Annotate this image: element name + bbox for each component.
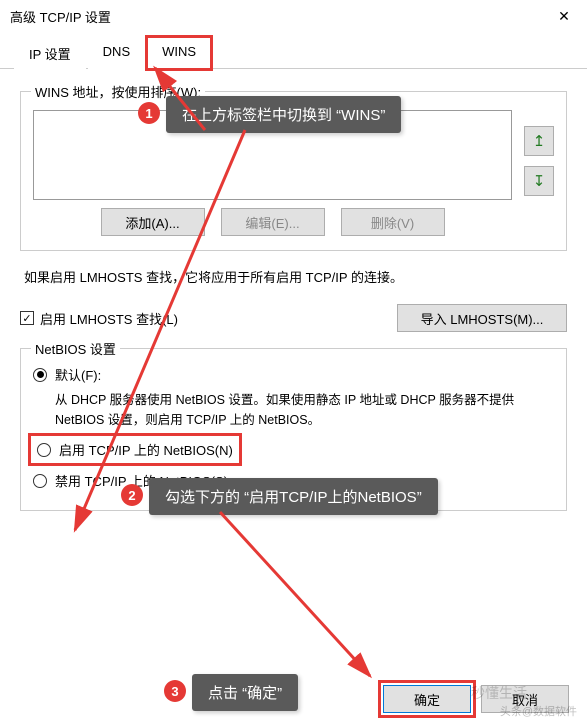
- tab-wins[interactable]: WINS: [147, 37, 211, 69]
- radio-icon: [33, 368, 47, 382]
- watermark-brand: 秒懂生活: [471, 683, 527, 703]
- ok-button[interactable]: 确定: [383, 685, 471, 713]
- netbios-enable-radio[interactable]: 启用 TCP/IP 上的 NetBIOS(N): [33, 438, 237, 461]
- callout-3: 点击 “确定”: [192, 674, 298, 711]
- add-button[interactable]: 添加(A)...: [101, 208, 205, 236]
- checkbox-icon: ✓: [20, 311, 34, 325]
- step-1-badge: 1: [138, 102, 160, 124]
- edit-button[interactable]: 编辑(E)...: [221, 208, 325, 236]
- close-button[interactable]: ✕: [541, 0, 587, 32]
- netbios-default-radio[interactable]: 默认(F):: [33, 365, 554, 384]
- close-icon: ✕: [558, 8, 570, 25]
- move-up-button[interactable]: ↥: [524, 126, 554, 156]
- enable-lmhosts-label: 启用 LMHOSTS 查找(L): [40, 309, 178, 328]
- arrow-up-icon: ↥: [533, 132, 546, 150]
- tab-ip-settings[interactable]: IP 设置: [14, 37, 86, 69]
- window-title: 高级 TCP/IP 设置: [10, 7, 111, 26]
- arrow-down-icon: ↧: [533, 172, 546, 190]
- move-down-button[interactable]: ↧: [524, 166, 554, 196]
- step-3-badge: 3: [164, 680, 186, 702]
- import-lmhosts-button[interactable]: 导入 LMHOSTS(M)...: [397, 304, 567, 332]
- tab-content: WINS 地址，按使用排序(W): ↥ ↧ 添加(A)... 编辑(E)... …: [0, 69, 587, 521]
- callout-2: 勾选下方的 “启用TCP/IP上的NetBIOS”: [149, 478, 438, 515]
- lmhosts-note: 如果启用 LMHOSTS 查找，它将应用于所有启用 TCP/IP 的连接。: [24, 267, 567, 286]
- netbios-legend: NetBIOS 设置: [31, 339, 120, 358]
- radio-icon: [37, 443, 51, 457]
- enable-lmhosts-checkbox[interactable]: ✓ 启用 LMHOSTS 查找(L): [20, 309, 178, 328]
- tab-bar: IP 设置 DNS WINS: [0, 32, 587, 69]
- netbios-enable-label: 启用 TCP/IP 上的 NetBIOS(N): [59, 440, 233, 459]
- step-2-badge: 2: [121, 484, 143, 506]
- netbios-default-desc: 从 DHCP 服务器使用 NetBIOS 设置。如果使用静态 IP 地址或 DH…: [55, 390, 554, 430]
- radio-icon: [33, 474, 47, 488]
- title-bar: 高级 TCP/IP 设置 ✕: [0, 0, 587, 32]
- netbios-default-label: 默认(F):: [55, 365, 101, 384]
- watermark-text: 头条@数据软件: [500, 703, 577, 719]
- callout-1: 在上方标签栏中切换到 “WINS”: [166, 96, 401, 133]
- tab-dns[interactable]: DNS: [88, 37, 145, 69]
- remove-button[interactable]: 删除(V): [341, 208, 445, 236]
